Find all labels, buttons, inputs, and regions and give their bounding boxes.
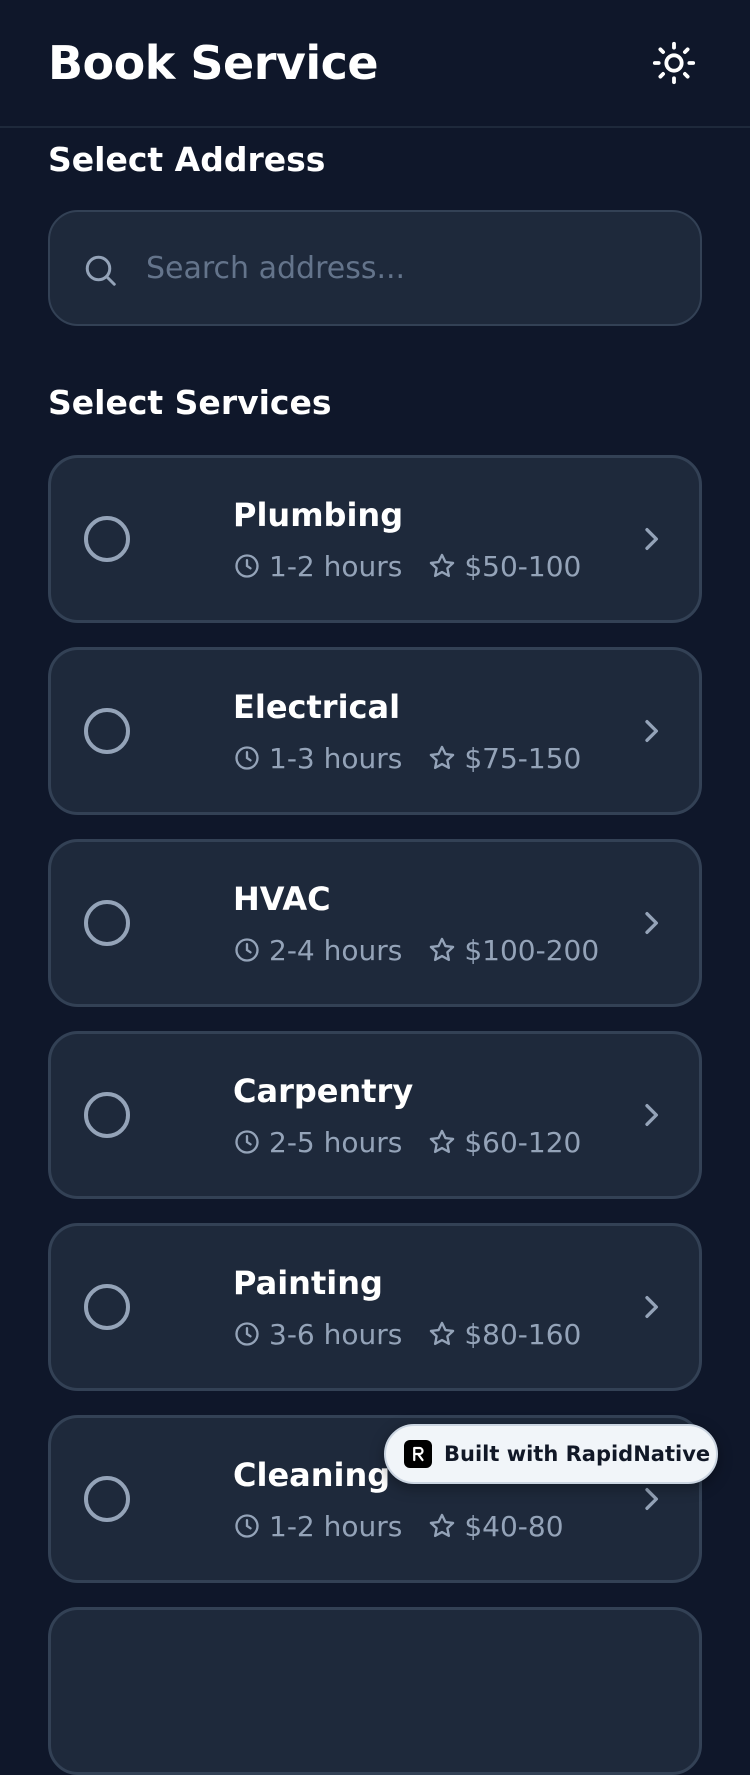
app-header: Book Service: [0, 0, 750, 128]
clock-icon: [235, 938, 259, 962]
star-icon: [430, 553, 455, 578]
service-price: $80-160: [464, 1317, 582, 1351]
rapidnative-logo-icon: [404, 1440, 432, 1468]
service-name: Painting: [233, 1264, 383, 1302]
service-meta: 1-2 hours $50-100: [233, 548, 581, 584]
service-meta: 2-4 hours $100-200: [233, 932, 599, 968]
service-duration: 3-6 hours: [269, 1317, 403, 1351]
service-card-carpentry[interactable]: Carpentry 2-5 hours $60-120: [48, 1031, 702, 1199]
service-duration: 2-5 hours: [269, 1125, 403, 1159]
service-card-plumbing[interactable]: Plumbing 1-2 hours $50-100: [48, 455, 702, 623]
select-address-heading: Select Address: [48, 140, 326, 179]
address-search-input[interactable]: [146, 212, 686, 324]
service-radio[interactable]: [84, 900, 130, 946]
service-radio[interactable]: [84, 516, 130, 562]
service-price: $100-200: [464, 933, 600, 967]
chevron-right-icon: [645, 912, 658, 934]
service-radio[interactable]: [84, 1092, 130, 1138]
service-card-partial[interactable]: [48, 1607, 702, 1775]
chevron-right-icon: [645, 720, 658, 742]
badge-label: Built with RapidNative: [444, 1442, 711, 1466]
service-name: Plumbing: [233, 496, 404, 534]
chevron-right-icon: [645, 1296, 658, 1318]
service-price: $40-80: [464, 1509, 564, 1543]
built-with-badge[interactable]: Built with RapidNative: [384, 1424, 718, 1484]
service-meta: 1-3 hours $75-150: [233, 740, 581, 776]
clock-icon: [235, 1514, 259, 1538]
service-duration: 2-4 hours: [269, 933, 403, 967]
service-meta: 3-6 hours $80-160: [233, 1316, 581, 1352]
chevron-right-icon: [645, 1488, 658, 1510]
star-icon: [430, 937, 455, 962]
sun-icon: [652, 41, 696, 85]
service-card-hvac[interactable]: HVAC 2-4 hours $100-200: [48, 839, 702, 1007]
clock-icon: [235, 1130, 259, 1154]
chevron-right-icon: [645, 1104, 658, 1126]
search-icon: [85, 255, 116, 286]
theme-toggle-button[interactable]: [651, 39, 697, 87]
service-meta: 1-2 hours $40-80: [233, 1508, 564, 1544]
chevron-right-icon: [645, 528, 658, 550]
star-icon: [430, 1321, 455, 1346]
service-meta: 2-5 hours $60-120: [233, 1124, 581, 1160]
service-price: $75-150: [464, 741, 582, 775]
service-name: HVAC: [233, 880, 331, 918]
star-icon: [430, 1129, 455, 1154]
service-card-painting[interactable]: Painting 3-6 hours $80-160: [48, 1223, 702, 1391]
service-radio[interactable]: [84, 1476, 130, 1522]
address-search-box[interactable]: [48, 210, 702, 326]
clock-icon: [235, 746, 259, 770]
service-duration: 1-3 hours: [269, 741, 403, 775]
clock-icon: [235, 1322, 259, 1346]
service-price: $60-120: [464, 1125, 582, 1159]
service-duration: 1-2 hours: [269, 549, 403, 583]
service-duration: 1-2 hours: [269, 1509, 403, 1543]
service-radio[interactable]: [84, 1284, 130, 1330]
service-price: $50-100: [464, 549, 582, 583]
service-card-electrical[interactable]: Electrical 1-3 hours $75-150: [48, 647, 702, 815]
service-name: Cleaning: [233, 1456, 391, 1494]
service-name: Carpentry: [233, 1072, 414, 1110]
page-title: Book Service: [48, 36, 379, 90]
service-radio[interactable]: [84, 708, 130, 754]
clock-icon: [235, 554, 259, 578]
star-icon: [430, 745, 455, 770]
select-services-heading: Select Services: [48, 383, 332, 422]
service-name: Electrical: [233, 688, 401, 726]
star-icon: [430, 1513, 455, 1538]
